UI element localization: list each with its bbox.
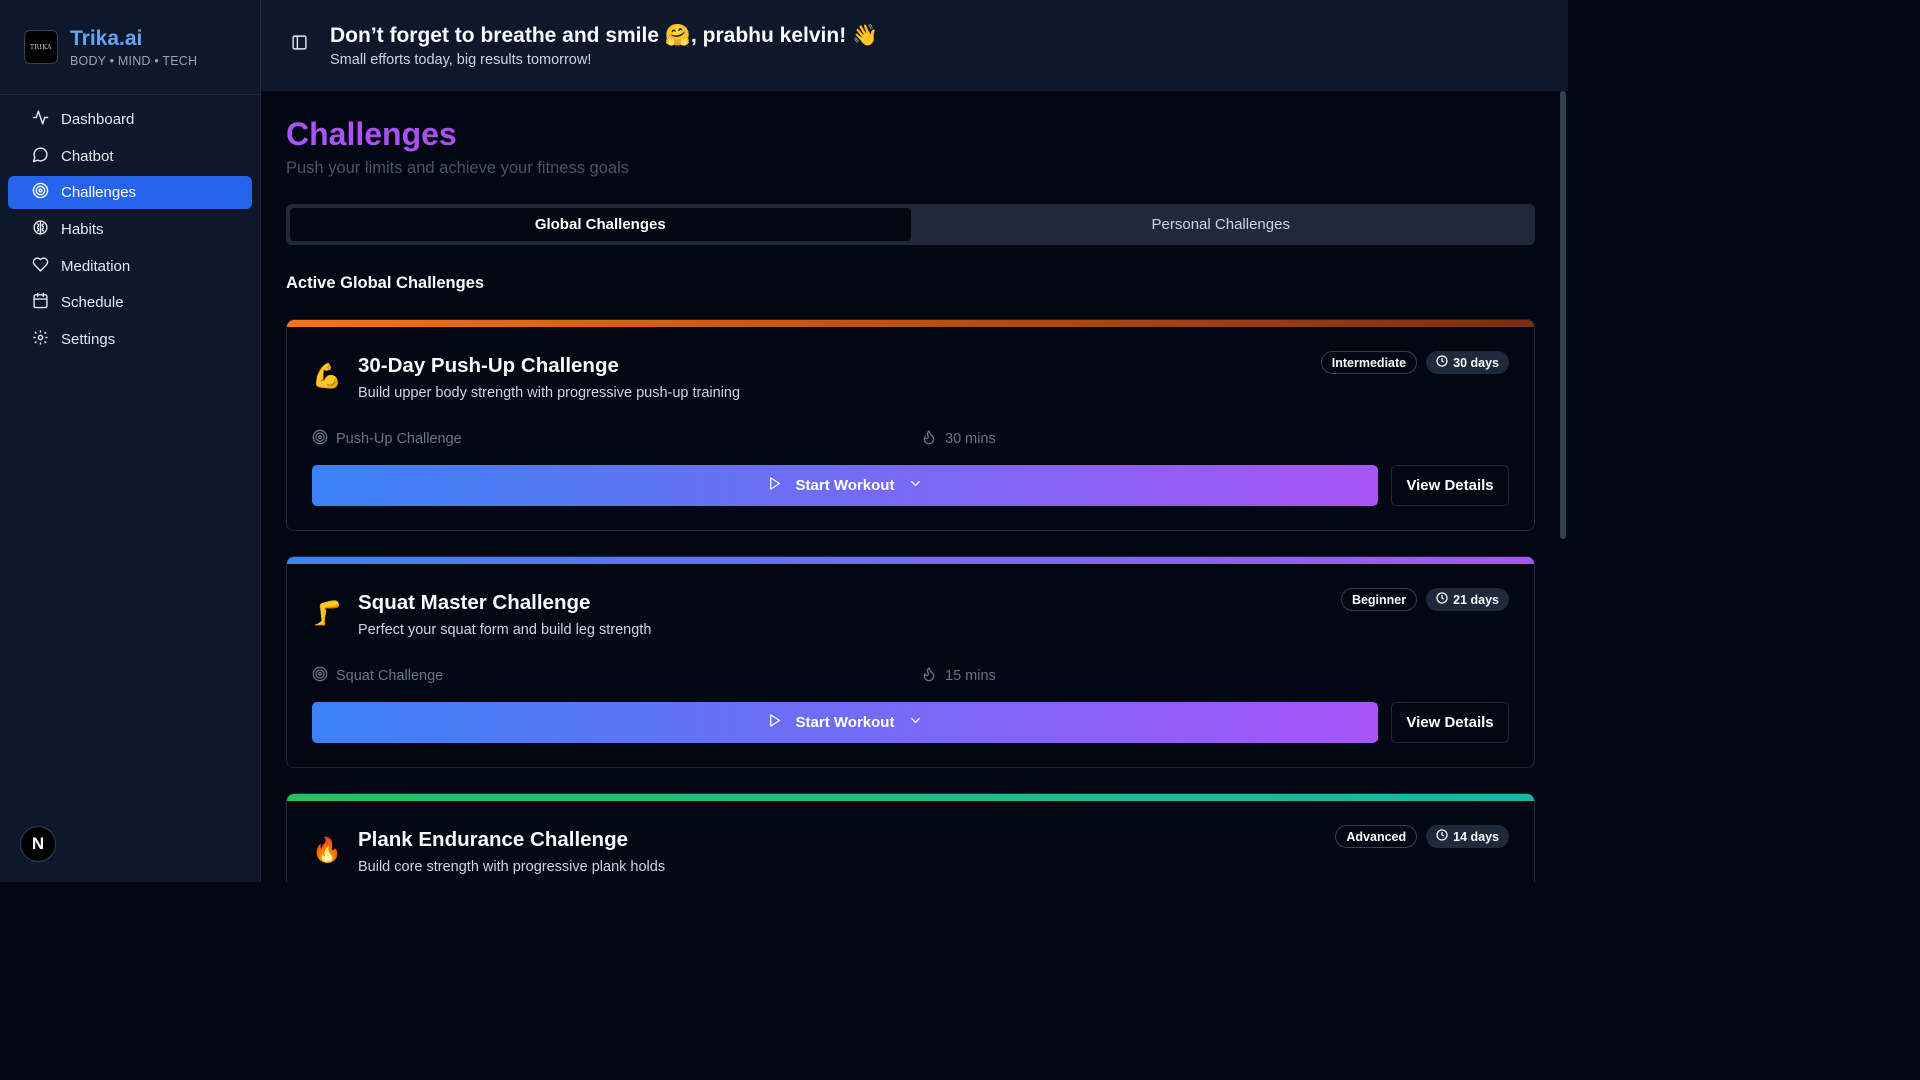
- start-workout-button[interactable]: Start Workout: [312, 465, 1378, 506]
- main-area: Don’t forget to breathe and smile 🤗, pra…: [261, 0, 1568, 882]
- challenge-card: 🔥 Plank Endurance Challenge Build core s…: [286, 793, 1535, 882]
- duration-badge-label: 14 days: [1453, 829, 1499, 844]
- chevron-down-icon[interactable]: [908, 713, 923, 732]
- sidebar-item-schedule[interactable]: Schedule: [8, 286, 252, 319]
- view-details-button[interactable]: View Details: [1391, 702, 1509, 743]
- challenge-description: Perfect your squat form and build leg st…: [358, 622, 652, 638]
- target-icon: [312, 666, 328, 686]
- sidebar-item-meditation[interactable]: Meditation: [8, 250, 252, 283]
- start-workout-label: Start Workout: [795, 477, 895, 494]
- start-workout-label: Start Workout: [795, 714, 895, 731]
- sidebar-nav: Dashboard Chatbot Challenges Habits Medi…: [0, 95, 260, 368]
- difficulty-badge: Beginner: [1340, 588, 1418, 611]
- challenge-title: Plank Endurance Challenge: [358, 828, 628, 851]
- challenge-card: 🦵 Squat Master Challenge Perfect your sq…: [286, 556, 1535, 768]
- play-icon: [767, 713, 782, 732]
- sidebar-item-habits[interactable]: Habits: [8, 213, 252, 246]
- card-accent-bar: [287, 557, 1534, 564]
- flexed-biceps-icon: 💪: [312, 363, 342, 390]
- tab-global-challenges[interactable]: Global Challenges: [290, 208, 911, 241]
- sidebar-item-label: Challenges: [61, 184, 137, 202]
- challenge-category: Squat Challenge: [312, 666, 921, 686]
- page-content: Challenges Push your limits and achieve …: [261, 91, 1568, 882]
- difficulty-badge: Intermediate: [1320, 351, 1418, 374]
- challenge-title: 30-Day Push-Up Challenge: [358, 354, 619, 377]
- difficulty-badge: Advanced: [1335, 825, 1418, 848]
- sidebar-item-label: Dashboard: [61, 111, 135, 128]
- flame-icon: [921, 666, 937, 686]
- clock-icon: [1436, 355, 1448, 370]
- flame-icon: [921, 429, 937, 449]
- heart-icon: [32, 256, 49, 277]
- start-workout-button[interactable]: Start Workout: [312, 702, 1378, 743]
- view-details-button[interactable]: View Details: [1391, 465, 1509, 506]
- brand-name: Trika.ai: [70, 26, 143, 50]
- target-icon: [312, 429, 328, 449]
- duration-badge-label: 30 days: [1453, 355, 1499, 370]
- duration-badge: 21 days: [1426, 588, 1509, 611]
- activity-icon: [32, 109, 49, 130]
- clock-icon: [1436, 592, 1448, 607]
- leg-icon: 🦵: [312, 600, 342, 627]
- brand[interactable]: TRIKA Trika.ai BODY • MIND • TECH: [0, 0, 260, 95]
- category-label: Push-Up Challenge: [336, 431, 462, 447]
- sidebar-item-dashboard[interactable]: Dashboard: [8, 103, 252, 136]
- duration-label: 30 mins: [945, 431, 996, 447]
- challenge-description: Build upper body strength with progressi…: [358, 385, 741, 401]
- clock-icon: [1436, 829, 1448, 844]
- category-label: Squat Challenge: [336, 668, 444, 684]
- workout-duration: 15 mins: [921, 666, 996, 686]
- sidebar-item-challenges[interactable]: Challenges: [8, 176, 252, 210]
- duration-label: 15 mins: [945, 668, 996, 684]
- challenge-tabs: Global Challenges Personal Challenges: [286, 204, 1535, 245]
- sidebar-item-label: Chatbot: [61, 147, 114, 165]
- sidebar-item-settings[interactable]: Settings: [8, 323, 252, 356]
- duration-badge: 30 days: [1426, 351, 1509, 374]
- challenge-category: Push-Up Challenge: [312, 429, 921, 449]
- top-header: Don’t forget to breathe and smile 🤗, pra…: [261, 0, 1568, 91]
- card-accent-bar: [287, 320, 1534, 327]
- duration-badge: 14 days: [1426, 825, 1509, 848]
- sidebar-item-label: Schedule: [61, 294, 124, 312]
- card-accent-bar: [287, 794, 1534, 801]
- target-icon: [32, 182, 49, 203]
- sidebar-item-chatbot[interactable]: Chatbot: [8, 140, 252, 173]
- play-icon: [767, 476, 782, 495]
- brand-tagline: BODY • MIND • TECH: [70, 53, 198, 68]
- scrollbar[interactable]: [1560, 91, 1566, 539]
- page-title: Challenges: [286, 115, 1535, 153]
- sidebar-item-label: Settings: [61, 331, 116, 349]
- brand-logo: TRIKA: [24, 30, 58, 64]
- chat-icon: [32, 146, 49, 167]
- greeting-title: Don’t forget to breathe and smile 🤗, pra…: [330, 23, 879, 47]
- page-subtitle: Push your limits and achieve your fitnes…: [286, 159, 630, 177]
- sidebar-item-label: Habits: [61, 221, 104, 239]
- greeting-subtitle: Small efforts today, big results tomorro…: [330, 51, 592, 68]
- challenge-description: Build core strength with progressive pla…: [358, 859, 666, 875]
- chevron-down-icon[interactable]: [908, 476, 923, 495]
- section-title: Active Global Challenges: [286, 274, 485, 292]
- tab-personal-challenges[interactable]: Personal Challenges: [911, 208, 1532, 241]
- challenge-title: Squat Master Challenge: [358, 591, 591, 614]
- brain-icon: [32, 219, 49, 240]
- sidebar: TRIKA Trika.ai BODY • MIND • TECH Dashbo…: [0, 0, 261, 882]
- calendar-icon: [32, 292, 49, 313]
- challenge-card: 💪 30-Day Push-Up Challenge Build upper b…: [286, 319, 1535, 531]
- gear-icon: [32, 329, 49, 350]
- sidebar-toggle-icon[interactable]: [291, 34, 308, 56]
- duration-badge-label: 21 days: [1453, 592, 1499, 607]
- avatar[interactable]: N: [20, 826, 56, 862]
- workout-duration: 30 mins: [921, 429, 996, 449]
- fire-icon: 🔥: [312, 837, 342, 864]
- sidebar-item-label: Meditation: [61, 257, 131, 275]
